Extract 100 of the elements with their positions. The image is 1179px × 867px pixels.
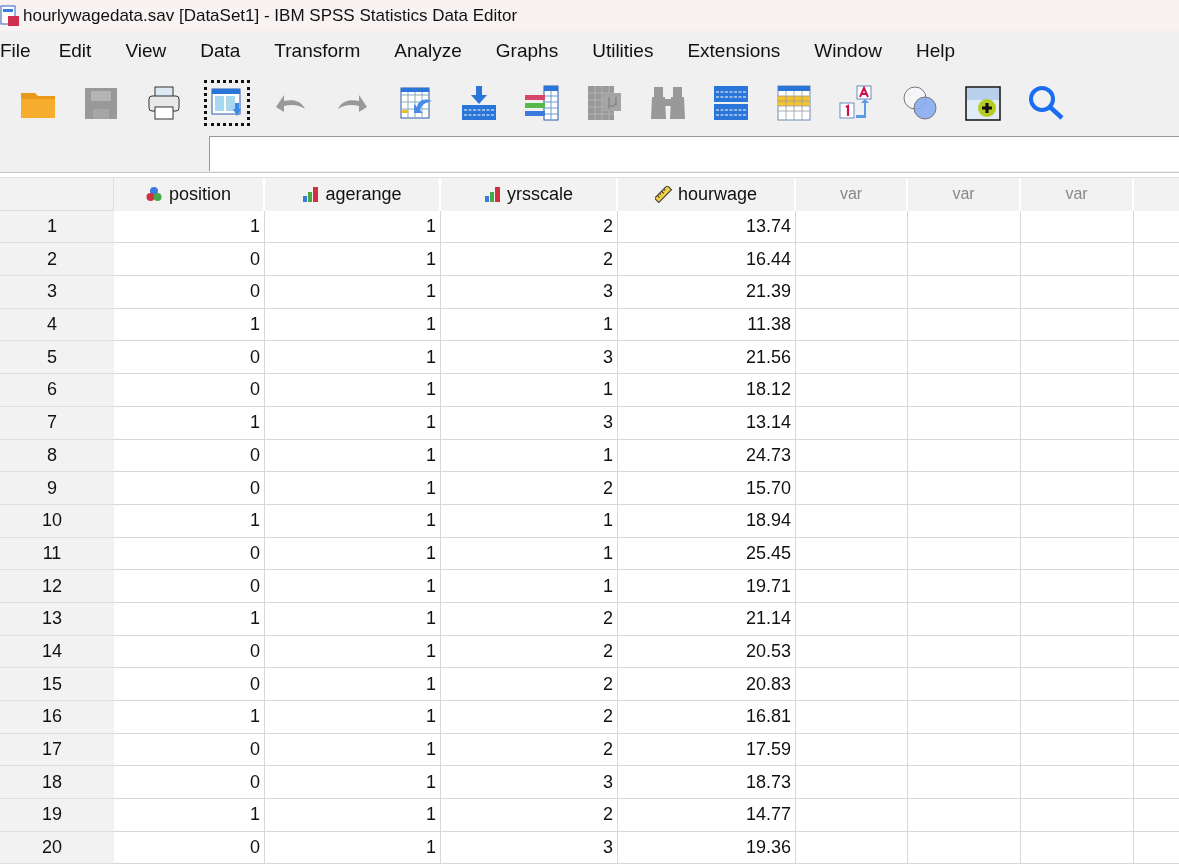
empty-cell[interactable] — [796, 341, 908, 375]
menu-item[interactable]: Help — [915, 39, 955, 62]
table-cell[interactable]: 2 — [441, 799, 618, 832]
empty-cell[interactable] — [1021, 439, 1134, 473]
empty-cell[interactable] — [908, 276, 1021, 309]
table-cell[interactable]: 1 — [114, 504, 265, 538]
row-number[interactable]: 3 — [0, 276, 114, 309]
table-cell[interactable]: 11.38 — [618, 308, 796, 342]
empty-cell[interactable] — [796, 406, 908, 440]
table-cell[interactable]: 0 — [114, 635, 265, 669]
table-cell[interactable]: 19.36 — [618, 831, 796, 865]
row-number[interactable]: 4 — [0, 308, 114, 342]
empty-cell[interactable] — [796, 766, 908, 800]
row-number[interactable]: 5 — [0, 341, 114, 375]
empty-cell[interactable] — [908, 374, 1021, 407]
table-cell[interactable]: 16.44 — [618, 243, 796, 277]
table-cell[interactable]: 20.83 — [618, 668, 796, 701]
table-cell[interactable]: 0 — [114, 374, 265, 407]
table-cell[interactable]: 2 — [441, 701, 618, 734]
column-header[interactable]: hourwage — [618, 178, 796, 211]
empty-cell[interactable] — [796, 472, 908, 505]
table-cell[interactable]: 1 — [265, 831, 441, 865]
table-cell[interactable]: 1 — [265, 406, 441, 440]
empty-cell[interactable] — [1021, 635, 1134, 669]
table-cell[interactable]: 0 — [114, 472, 265, 505]
table-cell[interactable]: 17.59 — [618, 733, 796, 767]
empty-cell[interactable] — [796, 635, 908, 669]
table-cell[interactable]: 2 — [441, 210, 618, 244]
empty-cell[interactable] — [908, 831, 1021, 865]
table-cell[interactable]: 1 — [265, 439, 441, 473]
table-cell[interactable]: 1 — [114, 701, 265, 734]
empty-cell[interactable] — [1021, 570, 1134, 603]
row-number[interactable]: 10 — [0, 504, 114, 538]
table-cell[interactable]: 2 — [441, 243, 618, 277]
table-cell[interactable]: 18.94 — [618, 504, 796, 538]
table-cell[interactable]: 1 — [265, 374, 441, 407]
table-cell[interactable]: 1 — [441, 439, 618, 473]
row-number[interactable]: 16 — [0, 701, 114, 734]
empty-cell[interactable] — [796, 504, 908, 538]
empty-cell[interactable] — [796, 308, 908, 342]
table-cell[interactable]: 20.53 — [618, 635, 796, 669]
empty-cell[interactable] — [1021, 537, 1134, 571]
menu-item[interactable]: Transform — [274, 39, 361, 62]
table-cell[interactable]: 1 — [265, 701, 441, 734]
empty-cell[interactable] — [796, 210, 908, 244]
empty-cell[interactable] — [1021, 733, 1134, 767]
empty-cell[interactable] — [796, 570, 908, 603]
menu-item[interactable]: Graphs — [495, 39, 559, 62]
table-cell[interactable]: 1 — [441, 570, 618, 603]
table-cell[interactable]: 13.74 — [618, 210, 796, 244]
menu-item[interactable]: Analyze — [394, 39, 462, 62]
column-header[interactable] — [1134, 178, 1179, 211]
empty-cell[interactable] — [908, 439, 1021, 473]
empty-cell[interactable] — [1021, 831, 1134, 865]
row-number[interactable]: 18 — [0, 766, 114, 800]
menu-item[interactable]: File — [0, 39, 31, 62]
column-header[interactable]: position — [114, 178, 265, 211]
table-cell[interactable]: 21.56 — [618, 341, 796, 375]
row-number[interactable]: 15 — [0, 668, 114, 701]
table-cell[interactable]: 1 — [265, 733, 441, 767]
table-cell[interactable]: 1 — [265, 668, 441, 701]
empty-cell[interactable] — [796, 243, 908, 277]
table-cell[interactable]: 2 — [441, 635, 618, 669]
row-number[interactable]: 8 — [0, 439, 114, 473]
table-cell[interactable]: 1 — [265, 537, 441, 571]
table-cell[interactable]: 24.73 — [618, 439, 796, 473]
empty-cell[interactable] — [1021, 504, 1134, 538]
empty-cell[interactable] — [1021, 406, 1134, 440]
column-header[interactable]: yrsscale — [441, 178, 618, 211]
table-cell[interactable]: 1 — [265, 210, 441, 244]
empty-cell[interactable] — [908, 668, 1021, 701]
table-cell[interactable]: 1 — [441, 504, 618, 538]
table-cell[interactable]: 14.77 — [618, 799, 796, 832]
empty-cell[interactable] — [908, 766, 1021, 800]
table-cell[interactable]: 1 — [265, 308, 441, 342]
table-cell[interactable]: 1 — [114, 210, 265, 244]
table-cell[interactable]: 25.45 — [618, 537, 796, 571]
table-cell[interactable]: 0 — [114, 341, 265, 375]
table-cell[interactable]: 2 — [441, 668, 618, 701]
empty-cell[interactable] — [1021, 602, 1134, 636]
empty-cell[interactable] — [908, 733, 1021, 767]
table-cell[interactable]: 0 — [114, 733, 265, 767]
table-cell[interactable]: 1 — [265, 602, 441, 636]
table-cell[interactable]: 21.14 — [618, 602, 796, 636]
menu-item[interactable]: Window — [814, 39, 882, 62]
table-cell[interactable]: 3 — [441, 276, 618, 309]
empty-cell[interactable] — [908, 570, 1021, 603]
menu-item[interactable]: Data — [200, 39, 241, 62]
table-cell[interactable]: 13.14 — [618, 406, 796, 440]
empty-cell[interactable] — [1021, 308, 1134, 342]
table-cell[interactable]: 18.12 — [618, 374, 796, 407]
empty-cell[interactable] — [908, 243, 1021, 277]
dialog-window-icon[interactable] — [206, 82, 247, 123]
empty-cell[interactable] — [1021, 276, 1134, 309]
empty-cell[interactable] — [1021, 799, 1134, 832]
table-cell[interactable]: 2 — [441, 733, 618, 767]
row-number[interactable]: 17 — [0, 733, 114, 767]
empty-cell[interactable] — [1021, 701, 1134, 734]
table-cell[interactable]: 1 — [265, 570, 441, 603]
row-number[interactable]: 19 — [0, 799, 114, 832]
